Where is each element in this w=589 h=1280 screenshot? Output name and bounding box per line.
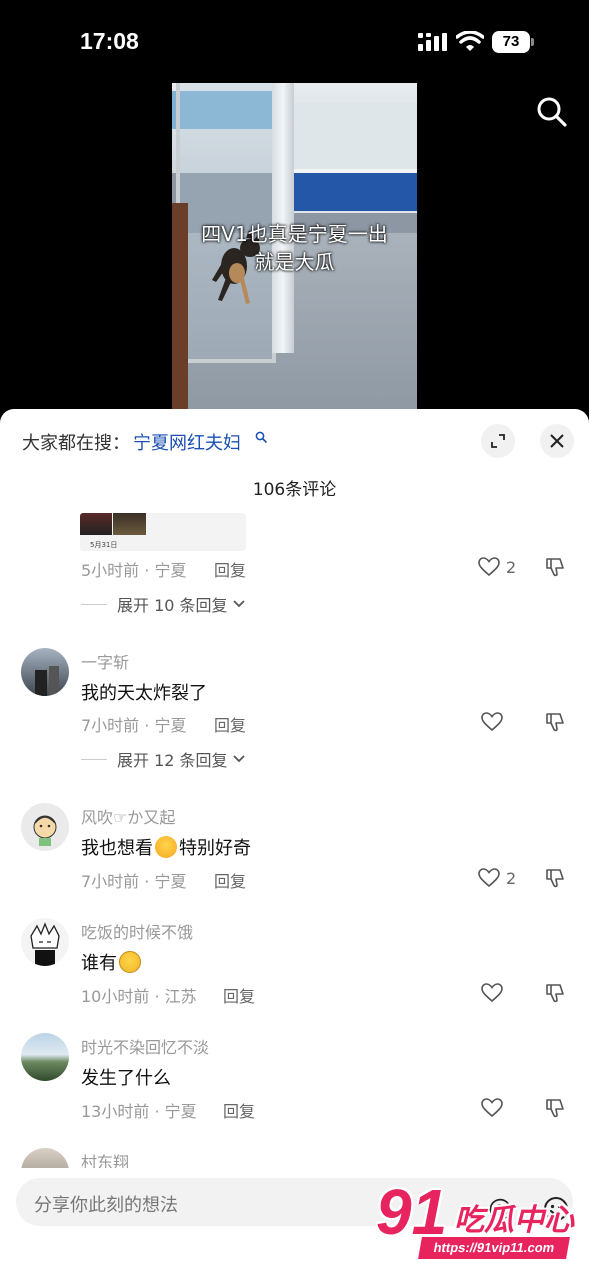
search-suggestion-prefix: 大家都在搜： [22,433,130,454]
flushed-emoji-icon [119,951,141,973]
like-count: 2 [506,868,517,888]
comment-text: 我也想看 特别好奇 [81,834,251,860]
reply-button[interactable]: 回复 [223,1098,255,1122]
comment-input-placeholder: 分享你此刻的想法 [34,1195,178,1216]
keyword-search-icon[interactable] [255,431,267,443]
avatar[interactable] [21,1033,69,1081]
comment-image-attachment[interactable]: 5月31日 [80,513,246,551]
search-suggestion-link[interactable]: 宁夏网红夫妇 [133,429,241,455]
comment-time-location: 7小时前 · 宁夏 [81,716,187,735]
heart-icon [481,983,503,1003]
battery-tip [531,38,534,46]
like-button[interactable] [481,981,503,1005]
username[interactable]: 风吹☞か又起 [81,804,175,828]
video-counter [282,173,417,211]
dislike-icon[interactable] [544,556,566,578]
expand-panel-button[interactable] [481,424,515,458]
comment-time-location: 7小时前 · 宁夏 [81,872,187,891]
battery-indicator: 73 [492,31,534,53]
site-watermark: 91 吃瓜中心 https://91vip11.com [376,1176,576,1263]
search-icon[interactable] [536,96,568,128]
dislike-icon[interactable] [544,711,566,733]
attachment-thumbnail [80,513,112,535]
like-button[interactable]: 2 [478,555,516,579]
comment-text-part: 我也想看 [81,838,153,859]
heart-icon [481,1098,503,1118]
heart-icon [478,557,500,577]
video-caption: 四V1也真是宁夏一出 就是大瓜 [201,222,388,274]
expand-replies-label: 展开 10 条回复 [117,596,228,615]
heart-icon [478,868,500,888]
avatar-image [33,815,57,846]
like-button[interactable] [481,1096,503,1120]
laughing-crying-emoji-icon [155,836,177,858]
watermark-name: 吃瓜中心 [454,1203,574,1238]
panel-header: 大家都在搜： 宁夏网红夫妇 [0,409,589,469]
close-panel-button[interactable] [540,424,574,458]
chevron-down-icon [232,755,245,763]
avatar[interactable] [21,803,69,851]
avatar[interactable] [21,918,69,966]
avatar-image [30,922,60,966]
status-time: 17:08 [80,28,139,54]
comment-time-location: 5小时前 · 宁夏 [81,561,187,580]
comment-text-part: 特别好奇 [179,838,251,859]
expand-replies-button[interactable]: 展开 10 条回复 [81,593,246,615]
like-button[interactable] [481,710,503,734]
wifi-icon [456,31,484,51]
like-button[interactable]: 2 [478,866,516,890]
comment-text-part: 谁有 [81,953,117,974]
comment-text: 发生了什么 [81,1068,171,1089]
dislike-icon[interactable] [544,1097,566,1119]
comment-time-location: 10小时前 · 江苏 [81,987,197,1006]
username[interactable]: 时光不染回忆不淡 [81,1034,209,1058]
status-bar: 17:08 73 [0,0,589,84]
expand-replies-button[interactable]: 展开 12 条回复 [81,748,246,770]
divider-line [81,603,107,605]
battery-level: 73 [492,31,530,53]
comment-text: 谁有 [81,949,143,975]
divider-line [81,758,107,760]
watermark-url: https://91vip11.com [418,1237,570,1259]
video-pillar [272,83,294,353]
chevron-down-icon [232,600,245,608]
username[interactable]: 一字斩 [81,649,129,673]
expand-replies-label: 展开 12 条回复 [117,751,228,770]
video-player[interactable]: 四V1也真是宁夏一出 就是大瓜 [172,83,417,410]
heart-icon [481,712,503,732]
reply-button[interactable]: 回复 [214,868,246,892]
comment-text: 我的天太炸裂了 [81,683,207,704]
username[interactable]: 吃饭的时候不饿 [81,919,193,943]
dislike-icon[interactable] [544,982,566,1004]
comment-panel: 大家都在搜： 宁夏网红夫妇 106条评论 5月31日 5小时前 · 宁夏 回复 … [0,409,589,1280]
comment-count: 106条评论 [252,480,337,500]
avatar-image [35,666,59,696]
expand-icon [491,434,505,448]
reply-button[interactable]: 回复 [223,983,255,1007]
reply-button[interactable]: 回复 [214,557,246,581]
dislike-icon[interactable] [544,867,566,889]
reply-button[interactable]: 回复 [214,712,246,736]
signal-icon [418,33,447,51]
comment-time-location: 13小时前 · 宁夏 [81,1102,197,1121]
close-icon [550,434,564,448]
screen: 17:08 73 四V1也真是宁夏一出 就是大瓜 大家都在搜： 宁夏网红夫妇 1… [0,0,589,1280]
attachment-thumbnail [113,513,146,535]
like-count: 2 [506,557,517,577]
avatar[interactable] [21,648,69,696]
attachment-date: 5月31日 [90,541,118,549]
